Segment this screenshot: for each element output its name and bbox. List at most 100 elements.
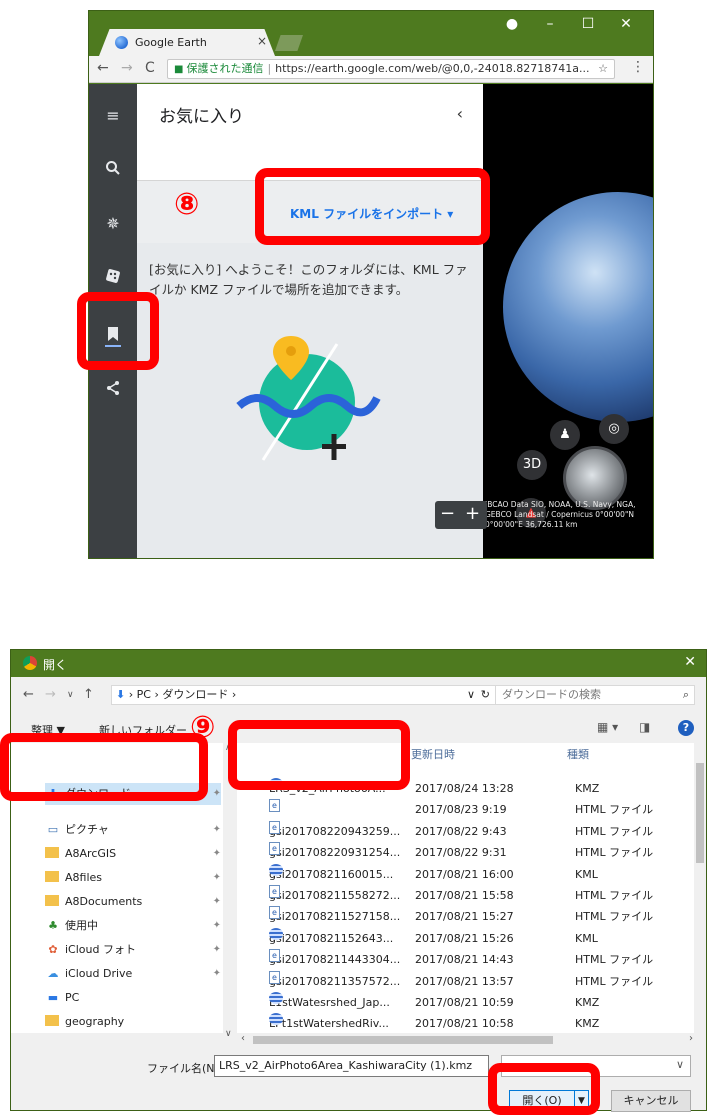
file-name-text: gsi20170821160015...	[269, 867, 394, 881]
window-controls: ● – ☐ ✕	[493, 13, 645, 35]
menu-dots-icon[interactable]: ⋮	[631, 59, 645, 75]
maximize-icon[interactable]: ☐	[569, 13, 607, 35]
file-row[interactable]: e gsi201708220943259... 2017/08/22 9:43 HTM…	[237, 820, 694, 842]
nav-item-a8files[interactable]: A8files ✦	[45, 867, 221, 889]
scroll-thumb[interactable]	[696, 763, 704, 863]
file-row[interactable]: L1stWatesrshed_Jap... 2017/08/21 10:59 KMZ	[237, 992, 694, 1013]
chevron-down-icon[interactable]: ∨	[225, 1029, 232, 1039]
nav-item-a8arcgis[interactable]: A8ArcGIS ✦	[45, 843, 221, 865]
downloads-icon: ⬇	[116, 688, 126, 701]
forward-arrow-icon[interactable]: →	[45, 687, 56, 702]
close-window-icon[interactable]: ✕	[607, 13, 645, 35]
address-bar[interactable]: ■ 保護された通信 | https://earth.google.com/web/@0…	[167, 59, 615, 79]
html-file-icon: e	[269, 820, 280, 834]
file-row[interactable]: e gsi201708211558272... 2017/08/21 15:58 HT…	[237, 885, 694, 906]
file-date: 2017/08/21 14:43	[415, 953, 514, 967]
earth-globe[interactable]	[503, 192, 653, 422]
nav-item-pc[interactable]: ▬ PC	[45, 987, 221, 1009]
panel-title: お気に入り	[159, 107, 244, 127]
new-tab-button[interactable]	[275, 35, 303, 51]
cancel-button[interactable]: キャンセル	[611, 1090, 691, 1112]
file-date: 2017/08/22 9:31	[415, 846, 507, 860]
scroll-left-icon[interactable]: ‹	[241, 1033, 245, 1044]
recent-dropdown-icon[interactable]: ∨	[67, 690, 74, 700]
open-button-highlight	[488, 1063, 600, 1115]
column-header-type[interactable]: 種類	[567, 746, 589, 762]
tab-google-earth[interactable]: Google Earth ×	[99, 29, 275, 56]
search-icon[interactable]	[89, 160, 137, 180]
search-input[interactable]: ダウンロードの検索 ⌕	[495, 685, 695, 705]
zoom-in-button[interactable]: +	[460, 501, 485, 527]
chevron-down-icon[interactable]: ∨	[467, 686, 475, 704]
nav-item-label: A8Documents	[65, 895, 143, 908]
my-location-icon[interactable]: ◎	[599, 414, 629, 444]
breadcrumb-pc[interactable]: PC	[137, 688, 151, 701]
profile-icon[interactable]: ●	[493, 13, 531, 35]
browser-toolbar: ← → C ■ 保護された通信 | https://earth.google.com/…	[89, 56, 653, 83]
attribution-text: IBCAO Data SIO, NOAA, U.S. Navy, NGA, GE…	[485, 500, 636, 529]
nav-item-icloud-photos[interactable]: ✿ iCloud フォト ✦	[45, 939, 221, 961]
open-file-dialog: 開く ✕ ← → ∨ ↑ ⬇ › PC › ダウンロード › ∨ ↻ ダウンロー…	[10, 649, 707, 1112]
help-icon[interactable]: ?	[678, 720, 694, 736]
nav-item-label: geography	[65, 1015, 125, 1028]
horizontal-scrollbar[interactable]: ‹ ›	[237, 1033, 697, 1047]
scroll-right-icon[interactable]: ›	[689, 1033, 693, 1044]
file-row[interactable]: gsi20170821160015... 2017/08/21 16:00 KML	[237, 863, 694, 885]
hamburger-menu-icon[interactable]: ≡	[89, 106, 137, 125]
up-arrow-icon[interactable]: ↑	[83, 687, 94, 702]
back-arrow-icon[interactable]: ←	[97, 60, 109, 76]
nav-item-label: 使用中	[65, 919, 98, 932]
filename-input[interactable]: LRS_v2_AirPhoto6Area_KashiwaraCity (1).k…	[214, 1055, 489, 1077]
zoom-out-button[interactable]: −	[435, 501, 460, 527]
nav-item-pictures[interactable]: ▭ ピクチャ ✦	[45, 819, 221, 841]
view-3d-button[interactable]: 3D	[517, 450, 547, 480]
breadcrumb[interactable]: ⬇ › PC › ダウンロード › ∨ ↻	[111, 685, 496, 705]
file-row[interactable]: e gsi201708211443304... 2017/08/21 14:43 HT…	[237, 949, 694, 970]
pin-icon: ✦	[212, 788, 221, 799]
file-row[interactable]: LPt1stWatershedRiv... 2017/08/21 10:58 KMZ	[237, 1013, 694, 1034]
column-header-date[interactable]: 更新日時	[411, 746, 455, 762]
preview-pane-icon[interactable]: ◨	[639, 720, 650, 734]
tree-icon: ♣	[48, 919, 58, 932]
back-arrow-icon[interactable]: ←	[23, 687, 34, 702]
html-file-icon: e	[269, 970, 280, 984]
forward-arrow-icon[interactable]: →	[121, 60, 133, 76]
vertical-scrollbar[interactable]	[694, 743, 706, 1033]
view-options-icon[interactable]: ▦ ▾	[597, 720, 618, 734]
step-9-label: ⑨	[190, 710, 216, 745]
reload-icon[interactable]: C	[145, 60, 155, 76]
file-type: HTML ファイル	[575, 889, 654, 902]
tab-strip: Google Earth × ● – ☐ ✕	[89, 11, 653, 56]
file-name-text: gsi201708220943259...	[269, 824, 401, 838]
nav-item-icloud-drive[interactable]: ☁ iCloud Drive ✦	[45, 963, 222, 985]
globe-view[interactable]: ♟ ◎ 3D ▲ IBCAO Data SIO, NOAA, U.S. Navy…	[483, 84, 653, 558]
close-icon[interactable]: ✕	[684, 654, 696, 670]
breadcrumb-downloads[interactable]: ダウンロード	[162, 688, 228, 701]
file-row[interactable]: e gsi201708211357572... 2017/08/21 13:57 HT…	[237, 970, 694, 992]
file-row[interactable]: e gsi201708220931254... 2017/08/22 9:31 HTM…	[237, 842, 694, 863]
file-name: L1stWatesrshed_Jap...	[269, 992, 390, 1013]
nav-item-geography[interactable]: geography	[45, 1011, 221, 1033]
computer-icon: ▬	[47, 991, 59, 1004]
file-date: 2017/08/22 9:43	[415, 824, 507, 838]
close-icon[interactable]: ×	[257, 34, 267, 48]
voyager-wheel-icon[interactable]: ✵	[89, 214, 137, 233]
file-row[interactable]: gsi20170821152643... 2017/08/21 15:26 KML	[237, 927, 694, 949]
star-icon[interactable]: ☆	[598, 60, 608, 78]
file-row[interactable]: e 2017/08/23 9:19 HTML ファイル	[237, 799, 694, 820]
minimize-icon[interactable]: –	[531, 13, 569, 35]
scroll-thumb[interactable]	[253, 1036, 553, 1044]
nav-item-in-use[interactable]: ♣ 使用中 ✦	[45, 915, 221, 937]
dice-icon[interactable]	[89, 268, 137, 288]
nav-item-a8documents[interactable]: A8Documents ✦	[45, 891, 221, 913]
chevron-left-icon[interactable]: ‹	[457, 104, 463, 123]
file-name: gsi20170821160015...	[269, 863, 394, 885]
file-type: HTML ファイル	[575, 824, 654, 838]
file-row[interactable]: e gsi201708211527158... 2017/08/21 15:27 HT…	[237, 906, 694, 927]
file-name: e gsi201708211443304...	[269, 949, 400, 970]
favorites-illustration	[236, 336, 381, 461]
refresh-icon[interactable]: ↻	[481, 686, 490, 704]
pegman-icon[interactable]: ♟	[550, 420, 580, 450]
file-name: e gsi201708211527158...	[269, 906, 400, 927]
share-icon[interactable]	[89, 380, 137, 400]
